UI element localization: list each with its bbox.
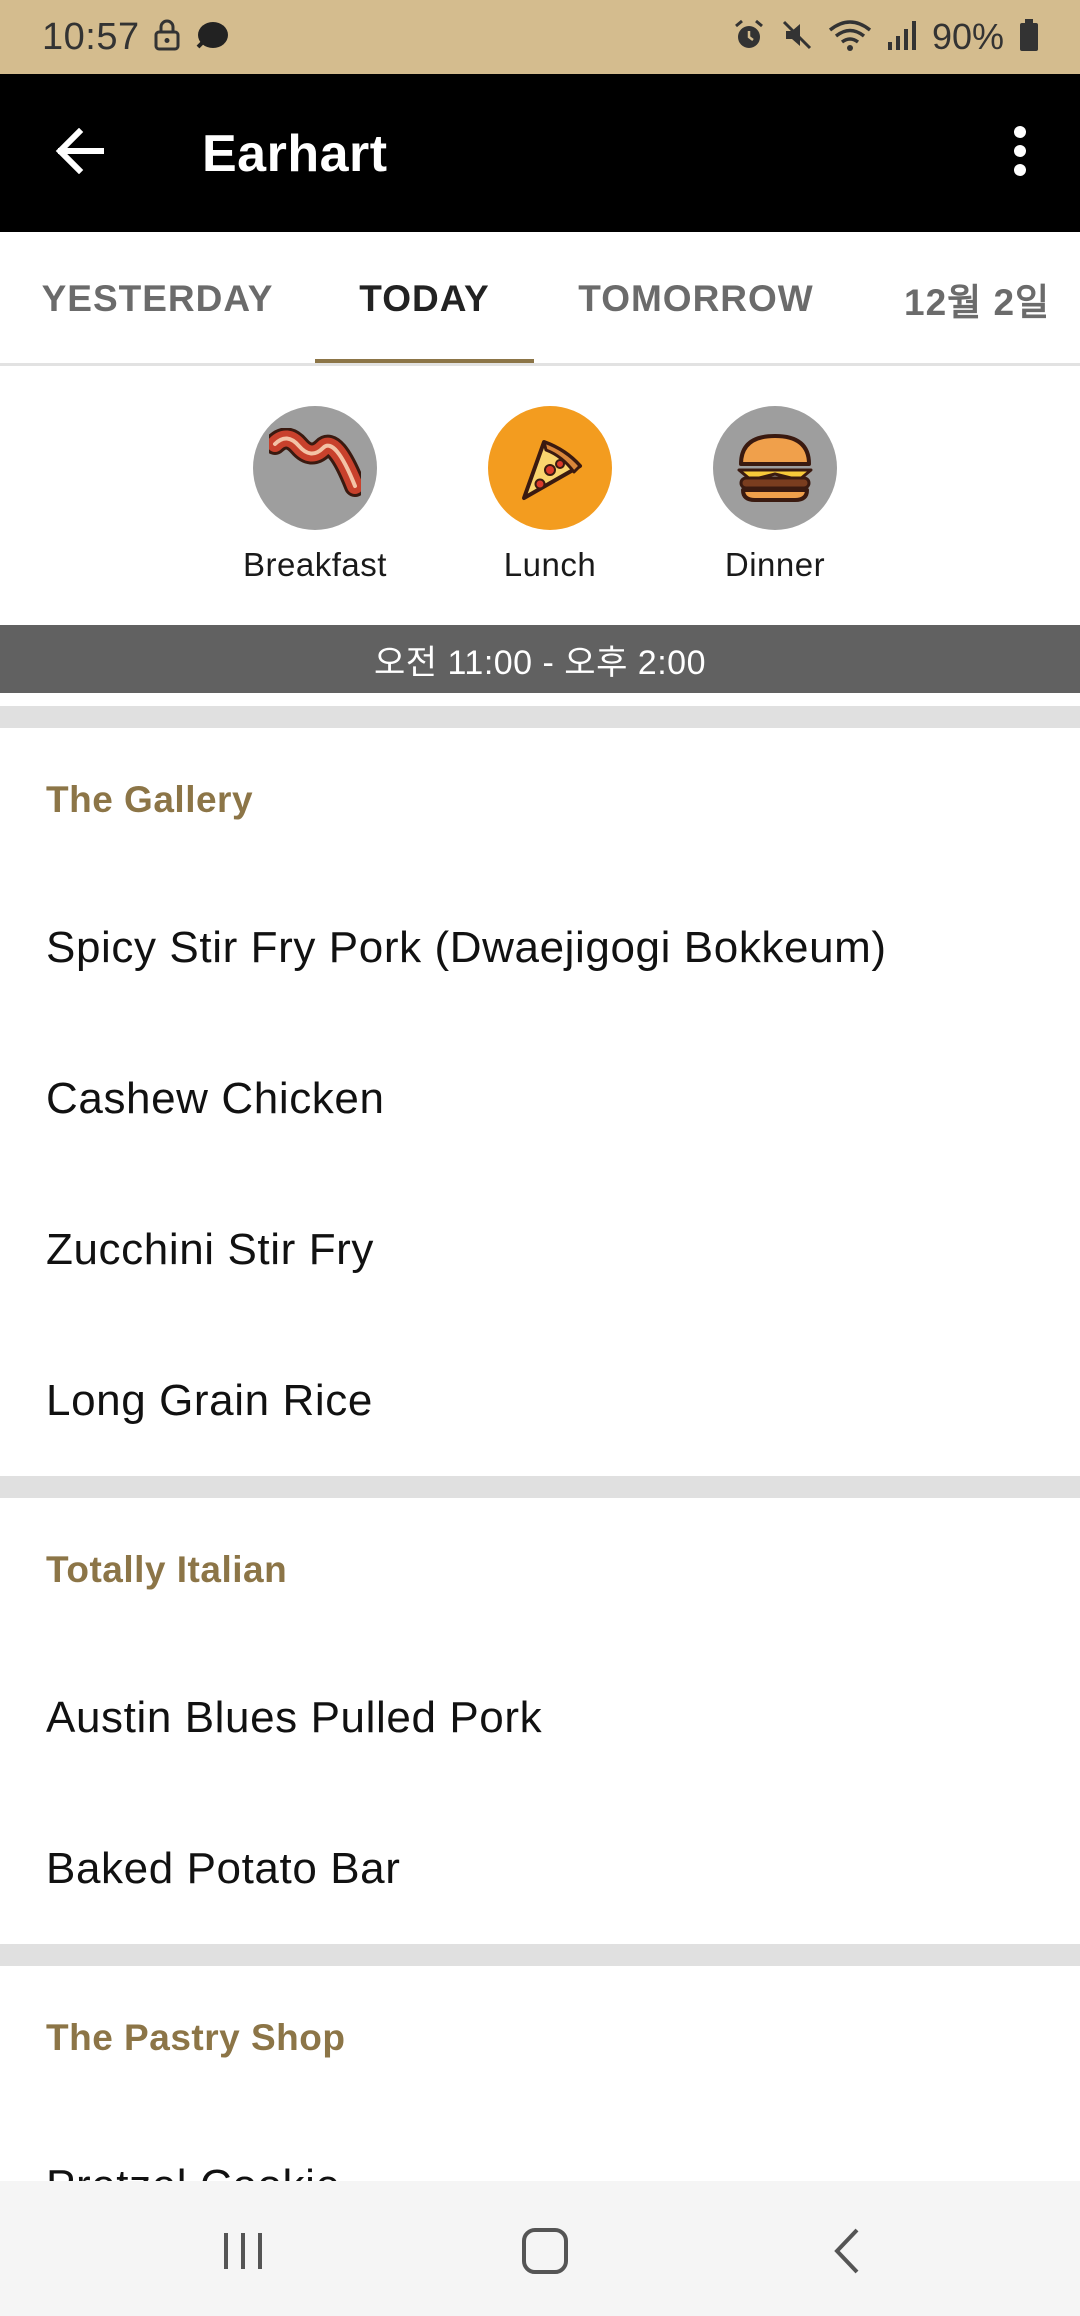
menu-item[interactable]: Cashew Chicken	[0, 1023, 1080, 1174]
lock-icon	[154, 19, 180, 56]
menu-item[interactable]: Spicy Stir Fry Pork (Dwaejigogi Bokkeum)	[0, 872, 1080, 1023]
tab-today[interactable]: TODAY	[315, 232, 534, 363]
meal-breakfast-label: Breakfast	[243, 546, 387, 583]
tab-tomorrow[interactable]: TOMORROW	[534, 232, 858, 363]
status-right: 90%	[732, 16, 1040, 58]
bacon-icon	[269, 428, 361, 497]
meal-lunch[interactable]: Lunch	[450, 406, 650, 584]
menu-item[interactable]: Pretzel Cookie	[0, 2110, 1080, 2182]
battery-icon	[1018, 18, 1040, 57]
meal-time-banner: 오전 11:00 - 오후 2:00	[0, 625, 1080, 693]
back-nav-button[interactable]	[802, 2211, 892, 2291]
tab-indicator	[315, 359, 534, 363]
page-title: Earhart	[202, 125, 388, 183]
back-button[interactable]	[48, 119, 112, 183]
section-divider	[0, 706, 1080, 728]
spacer	[0, 693, 1080, 706]
tab-date[interactable]: 12월 2일	[858, 232, 1080, 363]
meal-lunch-label: Lunch	[503, 546, 597, 583]
recent-apps-button[interactable]	[198, 2211, 288, 2291]
meal-lunch-circle	[488, 406, 612, 530]
recent-apps-icon	[224, 2233, 262, 2269]
menu-list[interactable]: The Gallery Spicy Stir Fry Pork (Dwaejig…	[0, 693, 1080, 2181]
status-bar: 10:57 90%	[0, 0, 1080, 74]
meal-breakfast[interactable]: Breakfast	[215, 406, 415, 584]
more-options-button[interactable]	[988, 119, 1052, 183]
status-left: 10:57	[42, 16, 230, 59]
section-divider	[0, 1476, 1080, 1498]
home-button[interactable]	[500, 2211, 590, 2291]
battery-percentage: 90%	[931, 16, 1004, 57]
chevron-left-icon	[834, 2228, 859, 2274]
menu-item[interactable]: Long Grain Rice	[0, 1325, 1080, 1476]
notification-icon	[194, 19, 230, 56]
tab-yesterday[interactable]: YESTERDAY	[0, 232, 315, 363]
home-icon	[522, 2228, 568, 2274]
section-title-the-gallery: The Gallery	[46, 779, 254, 820]
day-tabs: YESTERDAY TODAY TOMORROW 12월 2일	[0, 232, 1080, 366]
menu-item[interactable]: Austin Blues Pulled Pork	[0, 1642, 1080, 1793]
section-divider	[0, 1944, 1080, 1966]
meal-selector: Breakfast Lunch Dinner	[0, 366, 1080, 625]
system-nav-bar	[0, 2181, 1080, 2316]
section-title-totally-italian: Totally Italian	[46, 1549, 288, 1590]
meal-dinner-label: Dinner	[724, 546, 826, 583]
alarm-icon	[732, 18, 766, 57]
more-vert-icon	[1014, 126, 1026, 176]
signal-icon	[886, 18, 918, 57]
arrow-left-icon	[55, 128, 104, 174]
menu-item[interactable]: Zucchini Stir Fry	[0, 1174, 1080, 1325]
meal-dinner[interactable]: Dinner	[675, 406, 875, 584]
pizza-icon	[522, 440, 582, 500]
meal-breakfast-circle	[253, 406, 377, 530]
burger-icon	[737, 434, 813, 502]
wifi-icon	[828, 18, 872, 57]
section-title-the-pastry-shop: The Pastry Shop	[46, 2017, 346, 2058]
mute-icon	[780, 18, 814, 57]
app-bar: Earhart	[0, 74, 1080, 232]
status-time: 10:57	[42, 15, 140, 58]
menu-item[interactable]: Baked Potato Bar	[0, 1793, 1080, 1944]
meal-dinner-circle	[713, 406, 837, 530]
